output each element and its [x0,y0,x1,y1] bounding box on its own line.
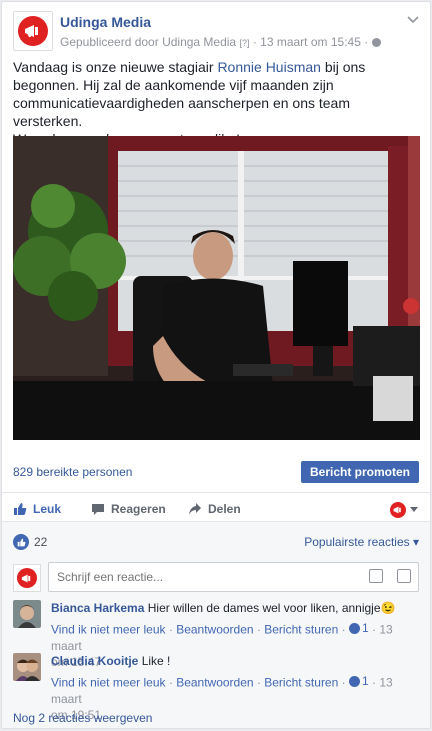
like-bubble-icon [13,534,29,550]
commenter-avatar[interactable] [13,600,41,628]
page-avatar[interactable] [13,11,53,51]
post-meta: Gepubliceerd door Udinga Media [?] · 13 … [60,35,381,49]
post-text: Vandaag is onze nieuwe stagiair Ronnie H… [13,58,418,148]
comment-author[interactable]: Claudia Kooitje [51,654,138,668]
like-label: Leuk [33,502,62,516]
unlike-link[interactable]: Vind ik niet meer leuk [51,676,166,690]
caret-down-icon [410,507,418,512]
comment-input[interactable] [48,562,419,592]
megaphone-logo-icon [18,16,48,46]
composer-avatar [13,564,41,592]
comment-composer [13,562,419,594]
view-more-comments-link[interactable]: Nog 2 reacties weergeven [13,711,152,725]
like-button[interactable]: Leuk [13,502,61,516]
comment-author[interactable]: Bianca Harkema [51,601,144,615]
like-bubble-icon [348,622,360,634]
comment-icon [92,504,104,515]
help-badge[interactable]: [?] [239,38,249,48]
wink-emoji-icon: 😉 [380,601,396,615]
post-as-selector[interactable] [390,502,418,518]
reach-count[interactable]: 829 bereikte personen [13,465,132,479]
sticker-icon[interactable] [397,569,411,583]
meta-separator-2: · [364,35,369,49]
promote-post-button[interactable]: Bericht promoten [300,461,419,483]
reach-row: 829 bereikte personen Bericht promoten [2,451,430,493]
commenter-avatar[interactable] [13,653,41,681]
camera-icon[interactable] [369,569,383,583]
comment-like-number: 1 [361,674,369,688]
like-bubble-icon [348,675,360,687]
published-by[interactable]: Gepubliceerd door Udinga Media [60,35,236,49]
comment-button[interactable]: Reageren [91,502,419,516]
reply-link[interactable]: Beantwoorden [176,676,253,690]
comment-label: Reageren [111,502,166,516]
reaction-count: 22 [34,535,48,549]
comment-like-count[interactable]: 1 [348,620,369,636]
page-selector-avatar-icon [390,502,406,518]
globe-icon[interactable] [371,38,381,47]
reply-link[interactable]: Beantwoorden [176,623,253,637]
sort-caret-icon: ▾ [412,535,419,549]
meta-separator: · [252,35,257,49]
chevron-down-icon[interactable] [406,15,420,25]
thumbs-up-icon [14,503,27,515]
page-name[interactable]: Udinga Media [60,14,151,30]
share-arrow-icon [189,503,201,515]
unlike-link[interactable]: Vind ik niet meer leuk [51,623,166,637]
comment-sort-dropdown[interactable]: Populairste reacties ▾ [304,535,419,549]
send-message-link[interactable]: Bericht sturen [264,623,338,637]
comment-text: Hier willen de dames wel voor liken, ann… [147,601,381,615]
post-date[interactable]: 13 maart om 15:45 [260,35,361,49]
post-card: Udinga Media Gepubliceerd door Udinga Me… [1,1,431,729]
share-label: Delen [208,502,241,516]
post-text-part1: Vandaag is onze nieuwe stagiair [13,59,218,75]
comment-like-number: 1 [361,621,369,635]
composer-icons [369,569,411,583]
share-button[interactable]: Delen [188,502,241,516]
comment-like-count[interactable]: 1 [348,673,369,689]
send-message-link[interactable]: Bericht sturen [264,676,338,690]
post-header: Udinga Media Gepubliceerd door Udinga Me… [13,11,420,51]
megaphone-logo-icon [17,568,37,588]
mention-link[interactable]: Ronnie Huisman [217,59,321,75]
comments-area: 22 Populairste reacties ▾ Schrijf een re… [2,521,430,728]
comment-text: Like ! [141,654,171,668]
reaction-summary[interactable]: 22 [13,534,47,550]
sort-label: Populairste reacties [304,535,410,549]
post-photo[interactable] [13,136,420,440]
